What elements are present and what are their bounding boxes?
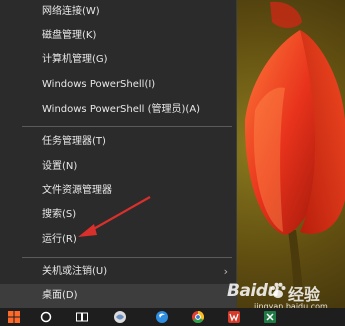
task-view-icon[interactable] <box>70 308 94 326</box>
annotation-arrow <box>78 196 151 237</box>
baidu-paw-icon <box>271 282 286 298</box>
excel-icon[interactable] <box>258 308 282 326</box>
browser-icon[interactable] <box>150 308 174 326</box>
search-icon[interactable] <box>34 308 58 326</box>
wps-icon[interactable] <box>222 308 246 326</box>
chrome-icon[interactable] <box>186 308 210 326</box>
desktop-screen: 网络连接(W) 磁盘管理(K) 计算机管理(G) Windows PowerSh… <box>0 0 345 326</box>
windows-start-icon[interactable] <box>2 308 26 326</box>
app-icon[interactable] <box>108 308 132 326</box>
taskbar <box>0 308 345 326</box>
